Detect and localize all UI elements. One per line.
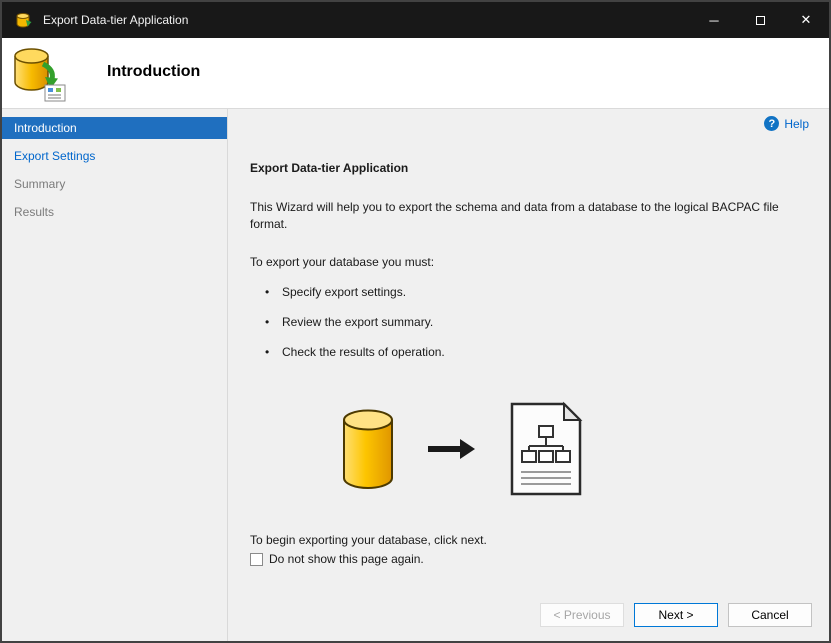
list-item: • Specify export settings. [265, 285, 445, 315]
bullet-text: Check the results of operation. [282, 345, 445, 359]
sidebar-item-summary: Summary [14, 177, 66, 191]
list-item: • Check the results of operation. [265, 345, 445, 375]
begin-instruction: To begin exporting your database, click … [250, 533, 487, 547]
next-button[interactable]: Next > [634, 603, 718, 627]
arrow-right-icon [428, 438, 476, 463]
wizard-header: Introduction [2, 38, 829, 109]
bacpac-file-icon [509, 401, 583, 500]
previous-button[interactable]: < Previous [540, 603, 624, 627]
requirements-label: To export your database you must: [250, 255, 435, 269]
export-illustration [341, 397, 583, 503]
bullet-icon: • [265, 285, 270, 299]
main-content: ? Help Export Data-tier Application This… [229, 109, 829, 641]
page-title: Introduction [107, 63, 201, 80]
bullet-text: Review the export summary. [282, 315, 434, 329]
sidebar-item-introduction[interactable]: Introduction [2, 117, 227, 139]
close-icon: ✕ [800, 12, 812, 27]
help-link[interactable]: ? Help [764, 116, 809, 131]
minimize-icon: ─ [709, 12, 719, 28]
bullet-text: Specify export settings. [282, 285, 407, 299]
cancel-button[interactable]: Cancel [728, 603, 812, 627]
content-heading: Export Data-tier Application [250, 161, 409, 175]
close-button[interactable]: ✕ [783, 2, 829, 38]
sidebar-item-results: Results [14, 205, 55, 219]
minimize-button[interactable]: ─ [691, 2, 737, 38]
maximize-button[interactable] [737, 2, 783, 38]
maximize-icon [755, 15, 765, 25]
database-icon [341, 408, 395, 493]
wizard-buttons: < Previous Next > Cancel [540, 603, 812, 627]
export-database-icon [12, 45, 68, 108]
intro-paragraph: This Wizard will help you to export the … [250, 200, 779, 231]
export-wizard-window: Export Data-tier Application ─ ✕ Introdu… [0, 0, 831, 643]
requirements-list: • Specify export settings. • Review the … [265, 285, 445, 375]
bullet-icon: • [265, 345, 270, 359]
sidebar-item-export-settings[interactable]: Export Settings [2, 145, 227, 167]
titlebar: Export Data-tier Application ─ ✕ [2, 2, 829, 38]
help-label: Help [784, 116, 809, 131]
wizard-steps-sidebar: Introduction Export Settings Summary Res… [2, 109, 228, 641]
bullet-icon: • [265, 315, 270, 329]
app-database-icon [15, 11, 33, 29]
dont-show-again-row: Do not show this page again. [250, 552, 424, 566]
dont-show-again-checkbox[interactable] [250, 552, 263, 566]
list-item: • Review the export summary. [265, 315, 445, 345]
window-controls: ─ ✕ [691, 2, 829, 38]
help-icon: ? [764, 116, 780, 131]
dont-show-again-label[interactable]: Do not show this page again. [269, 552, 424, 566]
window-title: Export Data-tier Application [43, 13, 189, 27]
